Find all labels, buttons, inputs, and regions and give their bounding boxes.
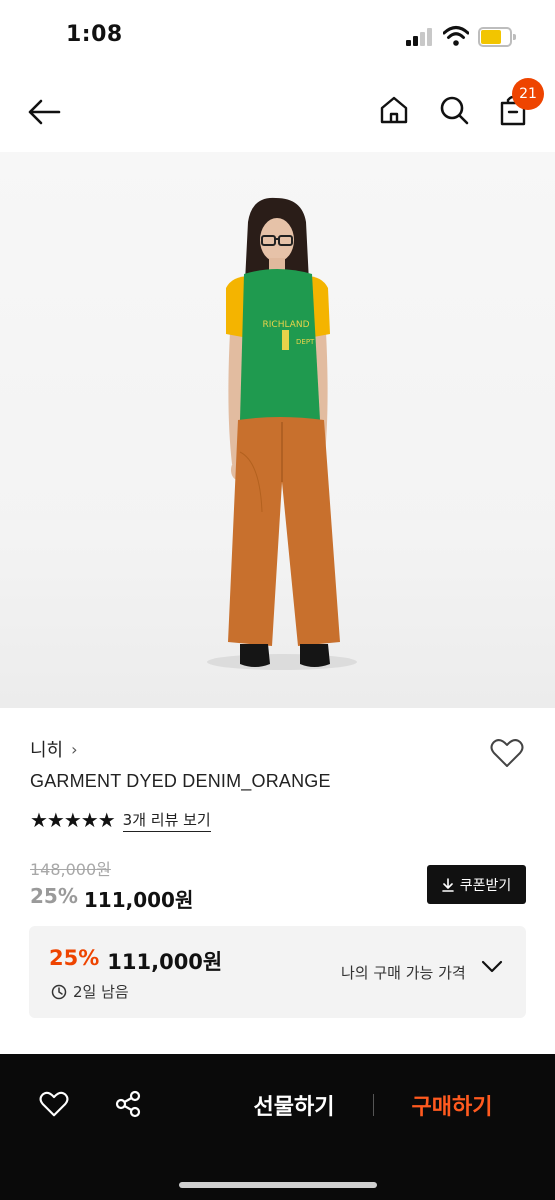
rating-row: ★★★★★ 3개 리뷰 보기: [30, 808, 211, 832]
brand-name: 니히: [30, 740, 64, 761]
star-rating: ★★★★★: [30, 808, 116, 832]
bottom-divider: [373, 1094, 374, 1116]
product-name: GARMENT DYED DENIM_ORANGE: [30, 771, 331, 791]
share-icon: [115, 1090, 141, 1118]
my-price-label: 나의 구매 가능 가격: [341, 964, 466, 982]
buy-button[interactable]: 구매하기: [396, 1086, 508, 1124]
svg-text:DEPT: DEPT: [296, 338, 315, 346]
search-icon: [440, 96, 469, 125]
download-icon: [441, 877, 454, 892]
coupon-label: 쿠폰받기: [459, 877, 512, 894]
sale-price: 111,000원: [83, 888, 194, 912]
review-link[interactable]: 3개 리뷰 보기: [122, 809, 211, 832]
share-button[interactable]: [108, 1084, 148, 1124]
home-icon: [380, 96, 408, 124]
time-remaining-text: 2일 남음: [73, 983, 129, 1001]
discount-percent: 25%: [30, 884, 78, 908]
cellular-signal-icon: [406, 28, 434, 46]
price-row: 25% 111,000원: [30, 884, 193, 913]
back-button[interactable]: [24, 92, 64, 132]
bottom-wishlist-button[interactable]: [34, 1084, 74, 1124]
my-price-panel[interactable]: 25% 111,000원 2일 남음 나의 구매 가능 가격: [29, 926, 526, 1018]
heart-icon: [490, 739, 524, 767]
coupon-button[interactable]: 쿠폰받기: [427, 865, 526, 904]
gift-button[interactable]: 선물하기: [238, 1086, 350, 1124]
status-bar: 1:08: [0, 0, 555, 72]
my-price-row: 25% 111,000원: [49, 946, 222, 976]
chevron-right-icon: ›: [71, 739, 78, 759]
model-photo: RICHLAND DEPT: [207, 197, 357, 670]
wishlist-button[interactable]: [486, 732, 528, 774]
search-button[interactable]: [434, 90, 474, 130]
chevron-down-icon: [481, 960, 503, 973]
arrow-left-icon: [28, 99, 61, 125]
wifi-icon: [443, 26, 469, 46]
clock-icon: [51, 984, 67, 999]
my-price: 111,000원: [107, 950, 223, 974]
heart-icon: [39, 1091, 69, 1117]
svg-text:RICHLAND: RICHLAND: [263, 320, 310, 330]
app-header: [0, 72, 555, 152]
cart-count-badge: 21: [512, 78, 544, 110]
bottom-action-bar: 선물하기 구매하기: [0, 1054, 555, 1200]
my-discount-percent: 25%: [49, 946, 100, 970]
status-time: 1:08: [66, 22, 123, 47]
original-price: 148,000원: [30, 860, 111, 879]
product-image[interactable]: RICHLAND DEPT: [0, 152, 555, 708]
battery-icon: [478, 27, 516, 47]
time-remaining: 2일 남음: [51, 981, 129, 1002]
home-button[interactable]: [374, 90, 414, 130]
brand-link[interactable]: 니히 ›: [30, 736, 78, 762]
home-indicator[interactable]: [179, 1182, 377, 1188]
